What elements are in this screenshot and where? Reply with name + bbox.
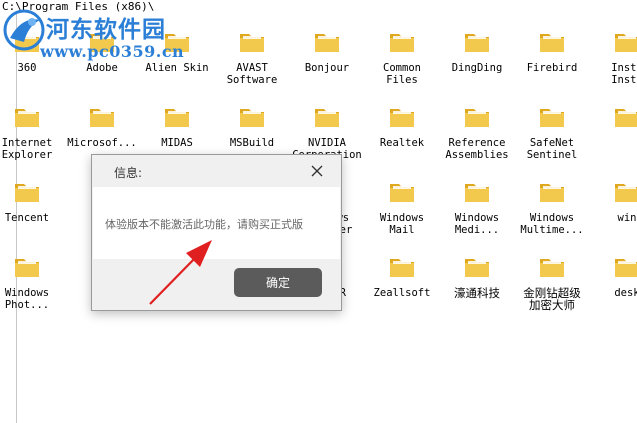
dialog-title: 信息: bbox=[114, 166, 143, 180]
folder-icon bbox=[465, 34, 489, 52]
folder-label: Windows Medi... bbox=[454, 212, 500, 236]
folder-label: MIDAS bbox=[161, 137, 193, 149]
folder-label: Windows Phot... bbox=[4, 287, 50, 311]
folder-label: MSBuild bbox=[229, 137, 275, 149]
folder-label: Microsof... bbox=[67, 137, 137, 149]
folder-icon bbox=[615, 184, 637, 202]
folder-icon bbox=[165, 109, 189, 127]
folder-label: Windows Mail bbox=[379, 212, 425, 236]
file-browser-window: C:\Program Files (x86)\ 360 Adobe Alien Sk… bbox=[0, 0, 637, 423]
folder-icon bbox=[465, 109, 489, 127]
folder-label: Common Files bbox=[383, 62, 421, 86]
ok-button[interactable]: 确定 bbox=[234, 268, 322, 297]
folder-icon bbox=[540, 109, 564, 127]
folder-label: SafeNet Sentinel bbox=[526, 137, 578, 161]
folder-icon bbox=[390, 259, 414, 277]
watermark: 河东软件园 www.pc0359.cn bbox=[2, 6, 212, 66]
folder-icon bbox=[240, 34, 264, 52]
folder-icon bbox=[615, 109, 637, 127]
folder-label: DingDing bbox=[451, 62, 503, 74]
folder-icon bbox=[15, 259, 39, 277]
folder-icon bbox=[15, 109, 39, 127]
folder-label: Reference Assemblies bbox=[445, 137, 509, 161]
folder-label: Realtek bbox=[379, 137, 425, 149]
folder-icon bbox=[615, 34, 637, 52]
folder-icon bbox=[615, 259, 637, 277]
folder-label: 濠通科技 bbox=[454, 286, 500, 300]
folder-label: AVAST Software bbox=[226, 62, 278, 86]
dialog-body: 体验版本不能激活此功能，请购买正式版 bbox=[93, 187, 340, 259]
dialog-message: 体验版本不能激活此功能，请购买正式版 bbox=[105, 218, 303, 231]
folder-icon bbox=[465, 184, 489, 202]
folder-icon bbox=[15, 184, 39, 202]
info-dialog: 信息: 体验版本不能激活此功能，请购买正式版 确定 bbox=[91, 154, 342, 311]
folder-label: 金刚钻超级 加密大师 bbox=[523, 286, 581, 312]
folder-icon bbox=[390, 34, 414, 52]
folder-icon bbox=[390, 184, 414, 202]
folder-label: win bbox=[617, 212, 637, 224]
folder-label: Insta Insta bbox=[611, 62, 637, 86]
folder-label: Tencent bbox=[4, 212, 50, 224]
folder-icon bbox=[315, 109, 339, 127]
folder-icon bbox=[465, 259, 489, 277]
folder-label: desk bbox=[614, 287, 637, 299]
folder-label: Windows Multime... bbox=[520, 212, 584, 236]
folder-icon bbox=[390, 109, 414, 127]
watermark-title: 河东软件园 bbox=[46, 17, 166, 43]
folder-label: Zeallsoft bbox=[373, 287, 431, 299]
folder-label: Bonjour bbox=[304, 62, 350, 74]
folder-icon bbox=[240, 109, 264, 127]
close-icon[interactable] bbox=[306, 161, 328, 181]
folder-icon bbox=[540, 259, 564, 277]
folder-label: Internet Explorer bbox=[1, 137, 53, 161]
watermark-url: www.pc0359.cn bbox=[40, 42, 185, 61]
folder-icon bbox=[90, 109, 114, 127]
folder-icon bbox=[540, 184, 564, 202]
folder-label: Firebird bbox=[526, 62, 578, 74]
folder-icon bbox=[540, 34, 564, 52]
folder-icon bbox=[315, 34, 339, 52]
